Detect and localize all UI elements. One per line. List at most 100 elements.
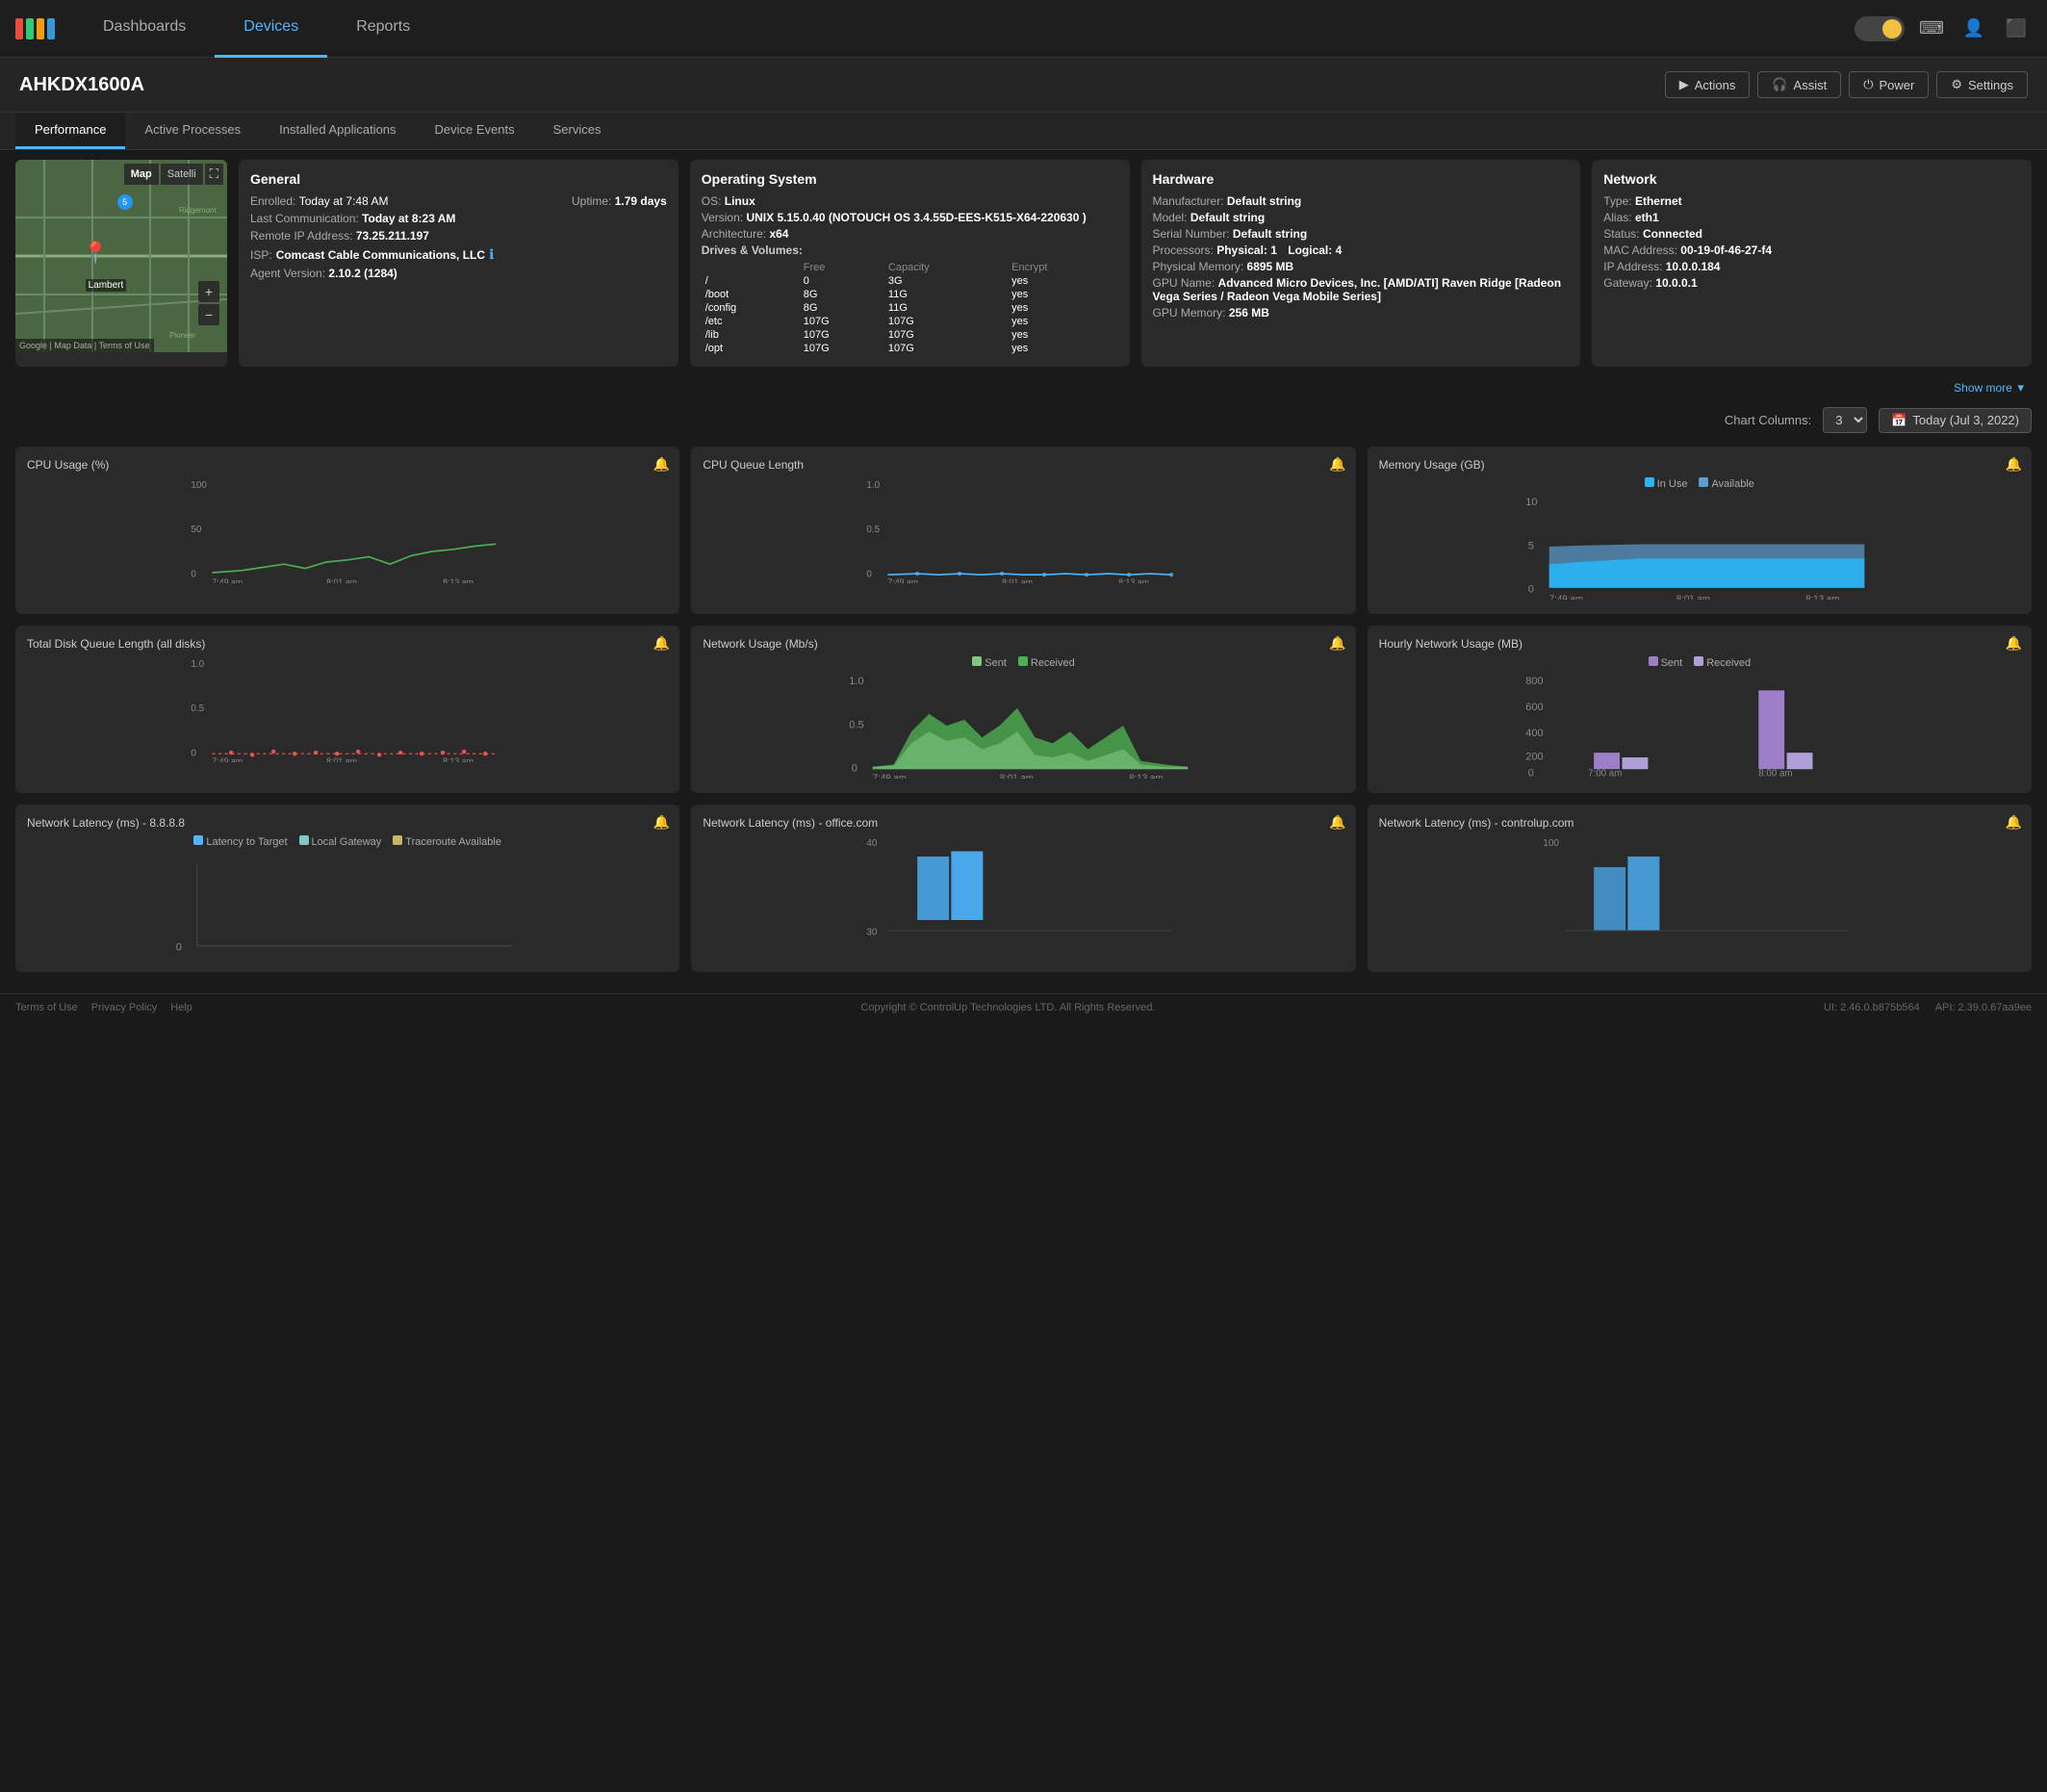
privacy-link[interactable]: Privacy Policy [91, 1002, 157, 1013]
svg-text:7:49 am: 7:49 am [1548, 594, 1582, 600]
chart-cpu-queue-title: CPU Queue Length [703, 458, 1343, 472]
logout-icon[interactable]: ⬛ [2001, 13, 2032, 44]
date-value: Today (Jul 3, 2022) [1912, 413, 2019, 427]
top-nav: Dashboards Devices Reports ⌨ 👤 ⬛ [0, 0, 2047, 58]
help-link[interactable]: Help [170, 1002, 192, 1013]
zoom-out-btn[interactable]: − [198, 304, 219, 325]
show-more-bar: Show more ▾ [15, 376, 2032, 399]
svg-text:40: 40 [867, 838, 879, 849]
terms-link[interactable]: Terms of Use [15, 1002, 78, 1013]
nav-dashboards[interactable]: Dashboards [74, 0, 215, 58]
actions-button[interactable]: ▶ Actions [1665, 71, 1751, 98]
zoom-in-btn[interactable]: + [198, 281, 219, 302]
assist-button[interactable]: 🎧 Assist [1757, 71, 1841, 98]
svg-text:8:01 am: 8:01 am [326, 756, 357, 762]
chart-hourly-legend: Sent Received [1379, 656, 2020, 669]
chart-latency-office: Network Latency (ms) - office.com 🔔 40 3… [691, 805, 1355, 972]
theme-toggle[interactable] [1855, 16, 1905, 41]
enrolled-label: Enrolled: [250, 194, 295, 208]
chevron-down-icon: ▾ [2017, 380, 2024, 395]
os-panel: Operating System OS: Linux Version: UNIX… [690, 160, 1130, 367]
logo-bar-4 [47, 18, 55, 39]
svg-text:8:00 am: 8:00 am [1758, 769, 1792, 779]
map-label: Lambert [86, 279, 127, 292]
svg-text:8:01 am: 8:01 am [1676, 594, 1709, 600]
map-footer: Google | Map Data | Terms of Use [15, 339, 154, 352]
net-alias-value: eth1 [1635, 211, 1659, 224]
bell-icon-latency-dns[interactable]: 🔔 [653, 814, 670, 831]
bell-icon-cpu-queue[interactable]: 🔔 [1329, 456, 1345, 473]
svg-text:100: 100 [191, 480, 207, 491]
tab-active-processes[interactable]: Active Processes [125, 113, 260, 149]
legend-in-use: In Use [1645, 477, 1688, 490]
show-more-link[interactable]: Show more [1954, 381, 2012, 395]
date-picker-btn[interactable]: 📅 Today (Jul 3, 2022) [1879, 408, 2032, 433]
main-content: Ridgemont Pioneer 5 📍 Lambert Map Satell… [0, 150, 2047, 993]
svg-text:7:49 am: 7:49 am [212, 756, 243, 762]
legend-latency-target: Latency to Target [193, 835, 287, 848]
drives-heading: Drives & Volumes: [702, 243, 1118, 257]
chart-latency-office-svg: 40 30 [703, 835, 1343, 941]
power-button[interactable]: ⏻ Power [1849, 71, 1929, 98]
tab-performance[interactable]: Performance [15, 113, 125, 149]
general-panel: General Enrolled: Today at 7:48 AM Uptim… [239, 160, 678, 367]
chart-network-svg: 1.0 0.5 0 7:49 am 8:01 am 8:13 am [703, 673, 1343, 779]
os-value: Linux [725, 194, 755, 208]
user-icon[interactable]: 👤 [1958, 13, 1989, 44]
chart-disk-queue: Total Disk Queue Length (all disks) 🔔 1.… [15, 626, 679, 793]
table-row: /boot8G11Gyes [702, 288, 1118, 301]
expand-map-btn[interactable]: ⛶ [205, 164, 223, 185]
tab-services[interactable]: Services [534, 113, 621, 149]
chart-memory: Memory Usage (GB) 🔔 In Use Available 10 … [1368, 447, 2032, 614]
nav-devices[interactable]: Devices [215, 0, 327, 58]
bell-icon-cpu[interactable]: 🔔 [653, 456, 670, 473]
hw-mem-value: 6895 MB [1247, 260, 1294, 273]
bell-icon-memory[interactable]: 🔔 [2006, 456, 2022, 473]
keyboard-icon[interactable]: ⌨ [1916, 13, 1947, 44]
hw-model-value: Default string [1190, 211, 1265, 224]
net-ip-label: IP Address: [1603, 260, 1662, 273]
tab-installed-applications[interactable]: Installed Applications [260, 113, 415, 149]
chart-latency-dns-title: Network Latency (ms) - 8.8.8.8 [27, 816, 668, 830]
chart-network-legend: Sent Received [703, 656, 1343, 669]
chart-columns-select[interactable]: 3 2 1 [1823, 407, 1867, 433]
legend-available: Available [1699, 477, 1753, 490]
svg-text:0: 0 [176, 942, 182, 954]
os-version-value: UNIX 5.15.0.40 (NOTOUCH OS 3.4.55D-EES-K… [746, 211, 1086, 224]
svg-text:8:13 am: 8:13 am [443, 577, 473, 583]
bell-icon-hourly[interactable]: 🔔 [2006, 635, 2022, 652]
chart-cpu-usage: CPU Usage (%) 🔔 100 50 0 7:49 am 8:01 am… [15, 447, 679, 614]
nav-reports[interactable]: Reports [327, 0, 439, 58]
chart-cpu-queue-svg: 1.0 0.5 0 7:49 am 8:01 am 8:13 am [703, 477, 1343, 583]
satellite-btn[interactable]: Satelli [161, 164, 203, 185]
table-row: /config8G11Gyes [702, 301, 1118, 315]
logo-bar-3 [37, 18, 44, 39]
net-gw-value: 10.0.0.1 [1655, 276, 1697, 290]
isp-label: ISP: [250, 248, 272, 262]
general-heading: General [250, 171, 667, 187]
chart-cpu-queue: CPU Queue Length 🔔 1.0 0.5 0 7:49 am 8:0… [691, 447, 1355, 614]
hw-serial-label: Serial Number: [1153, 227, 1230, 241]
svg-text:8:13 am: 8:13 am [1129, 773, 1163, 779]
svg-text:600: 600 [1525, 702, 1543, 713]
tab-device-events[interactable]: Device Events [416, 113, 534, 149]
svg-text:0.5: 0.5 [191, 704, 204, 714]
bell-icon-disk[interactable]: 🔔 [653, 635, 670, 652]
bell-icon-latency-office[interactable]: 🔔 [1329, 814, 1345, 831]
bell-icon-latency-controlup[interactable]: 🔔 [2006, 814, 2022, 831]
os-version-label: Version: [702, 211, 743, 224]
map-btn[interactable]: Map [124, 164, 159, 185]
settings-button[interactable]: ⚙ Settings [1936, 71, 2028, 98]
info-icon[interactable]: ℹ [489, 246, 494, 263]
svg-text:100: 100 [1543, 838, 1559, 849]
map-container[interactable]: Ridgemont Pioneer 5 📍 Lambert Map Satell… [15, 160, 227, 352]
legend-traceroute: Traceroute Available [393, 835, 501, 848]
svg-text:8:13 am: 8:13 am [1805, 594, 1839, 600]
svg-text:7:49 am: 7:49 am [212, 577, 243, 583]
uptime-value: 1.79 days [615, 194, 667, 208]
os-heading: Operating System [702, 171, 1118, 187]
footer-links: Terms of Use Privacy Policy Help [15, 1002, 192, 1013]
bell-icon-network[interactable]: 🔔 [1329, 635, 1345, 652]
svg-text:0.5: 0.5 [867, 525, 881, 535]
legend-local-gateway: Local Gateway [299, 835, 382, 848]
